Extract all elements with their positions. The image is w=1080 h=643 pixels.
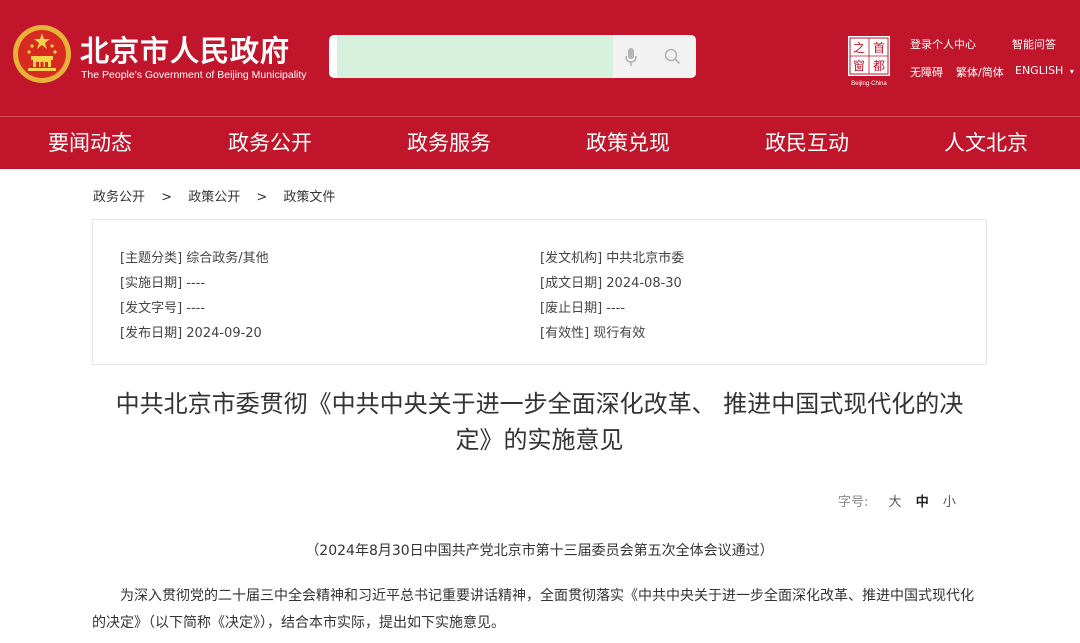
document-info-box: [主题分类] 综合政务/其他 [发文机构] 中共北京市委 [实施日期] ----… xyxy=(92,219,987,365)
logo-char-4: 都 xyxy=(873,59,885,73)
voice-search-button[interactable] xyxy=(613,35,649,78)
info-abolish-date: [废止日期] ---- xyxy=(540,301,626,316)
info-publish-date: [发布日期] 2024-09-20 xyxy=(120,326,262,341)
info-topic: [主题分类] 综合政务/其他 xyxy=(120,251,269,266)
site-title[interactable]: 北京市人民政府 xyxy=(80,28,290,70)
capital-window-logo-mark: 之 首 窗 都 Beijing·China xyxy=(848,36,890,87)
article-title-line-1: 中共北京市委贯彻《中共中央关于进一步全面深化改革、 推进中国式现代化的决 xyxy=(115,390,964,418)
login-link[interactable]: 登录个人中心 xyxy=(910,36,976,52)
accessibility-link[interactable]: 无障碍 xyxy=(910,64,943,80)
microphone-icon xyxy=(625,47,637,66)
article-title-line-2: 定》的实施意见 xyxy=(455,426,624,454)
nav-item-policy[interactable]: 政策兑现 xyxy=(586,117,670,170)
nav-item-gov-affairs[interactable]: 政务公开 xyxy=(228,117,312,170)
search-box xyxy=(329,35,696,78)
trad-simp-link[interactable]: 繁体/简体 xyxy=(956,64,1004,80)
chevron-down-icon: ▾ xyxy=(1069,67,1074,76)
logo-caption: Beijing·China xyxy=(851,81,887,87)
breadcrumb-separator: > xyxy=(161,190,173,205)
main-nav: 要闻动态 政务公开 政务服务 政策兑现 政民互动 人文北京 xyxy=(0,116,1080,169)
nav-item-interaction[interactable]: 政民互动 xyxy=(765,117,849,170)
breadcrumb-separator: > xyxy=(256,190,268,205)
font-size-label: 字号: xyxy=(838,495,869,510)
info-effective-date: [实施日期] ---- xyxy=(120,276,206,291)
breadcrumb: 政务公开 > 政策公开 > 政策文件 xyxy=(93,186,335,205)
breadcrumb-item-gov-affairs[interactable]: 政务公开 xyxy=(93,190,145,205)
logo-char-3: 窗 xyxy=(853,59,865,73)
breadcrumb-item-policy-open[interactable]: 政策公开 xyxy=(188,190,240,205)
search-icon xyxy=(664,48,681,65)
article-title: 中共北京市委贯彻《中共中央关于进一步全面深化改革、 推进中国式现代化的决 定》的… xyxy=(92,386,987,458)
info-doc-number: [发文字号] ---- xyxy=(120,301,206,316)
search-input[interactable] xyxy=(337,35,613,78)
article-body-paragraph: 为深入贯彻党的二十届三中全会精神和习近平总书记重要讲话精神，全面贯彻落实《中共中… xyxy=(92,588,974,631)
info-issuer: [发文机构] 中共北京市委 xyxy=(540,251,685,266)
national-emblem-icon[interactable] xyxy=(12,24,72,84)
article-adoption-note: （2024年8月30日中国共产党北京市第十三届委员会第五次全体会议通过） xyxy=(305,543,774,559)
search-button[interactable] xyxy=(649,35,696,78)
logo-char-2: 首 xyxy=(873,41,885,55)
info-created-date: [成文日期] 2024-08-30 xyxy=(540,276,682,291)
english-link[interactable]: ENGLISH ▾ xyxy=(1015,64,1074,77)
smart-qa-link[interactable]: 智能问答 xyxy=(1012,36,1056,52)
font-size-large-button[interactable]: 大 xyxy=(889,495,902,510)
nav-item-culture[interactable]: 人文北京 xyxy=(944,117,1028,170)
font-size-small-button[interactable]: 小 xyxy=(943,495,956,510)
english-label: ENGLISH xyxy=(1015,64,1064,77)
site-subtitle: The People's Government of Beijing Munic… xyxy=(81,69,307,81)
font-size-medium-button[interactable]: 中 xyxy=(916,495,929,510)
font-size-control: 字号: 大 中 小 xyxy=(838,491,956,510)
nav-item-gov-services[interactable]: 政务服务 xyxy=(407,117,491,170)
info-validity: [有效性] 现行有效 xyxy=(540,326,646,341)
nav-item-news[interactable]: 要闻动态 xyxy=(48,117,132,170)
breadcrumb-item-policy-docs[interactable]: 政策文件 xyxy=(283,190,335,205)
capital-window-logo[interactable]: 之 首 窗 都 Beijing·China xyxy=(846,35,892,87)
logo-char-1: 之 xyxy=(853,41,865,55)
site-header: 北京市人民政府 The People's Government of Beiji… xyxy=(0,0,1080,116)
